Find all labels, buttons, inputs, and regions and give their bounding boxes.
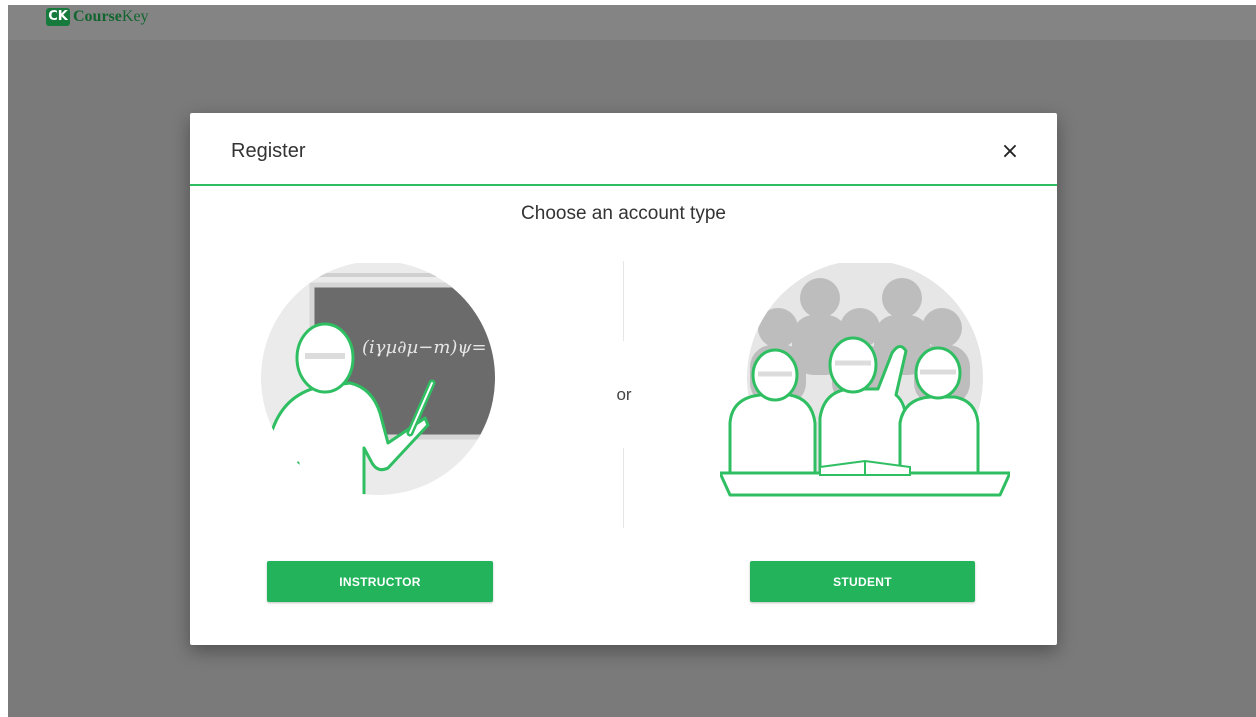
divider-bottom (623, 448, 624, 528)
modal-header: Register × (190, 113, 1057, 186)
logo-mark: CK (46, 8, 70, 26)
instructor-button[interactable]: INSTRUCTOR (267, 561, 493, 602)
coursekey-logo[interactable]: CK CourseKey (46, 8, 149, 26)
logo-text-bold: Course (73, 8, 122, 25)
divider-top (623, 261, 624, 341)
close-icon[interactable]: × (998, 140, 1022, 164)
or-separator: or (616, 385, 632, 404)
blackboard-equation: (iγµ∂µ−m)ψ= (362, 337, 487, 358)
screen-left-edge (0, 0, 8, 717)
logo-text-light: Key (121, 8, 149, 25)
account-type-heading: Choose an account type (521, 203, 726, 224)
top-bar: CK CourseKey (8, 5, 1256, 40)
student-button[interactable]: STUDENT (750, 561, 975, 602)
modal-title: Register (231, 140, 306, 162)
instructor-illustration: (iγµ∂µ−m)ψ= (261, 263, 495, 495)
student-illustration (720, 263, 1010, 497)
logo-text: CourseKey (73, 8, 149, 26)
register-modal: Register × Choose an account type (iγµ∂µ… (190, 113, 1057, 645)
